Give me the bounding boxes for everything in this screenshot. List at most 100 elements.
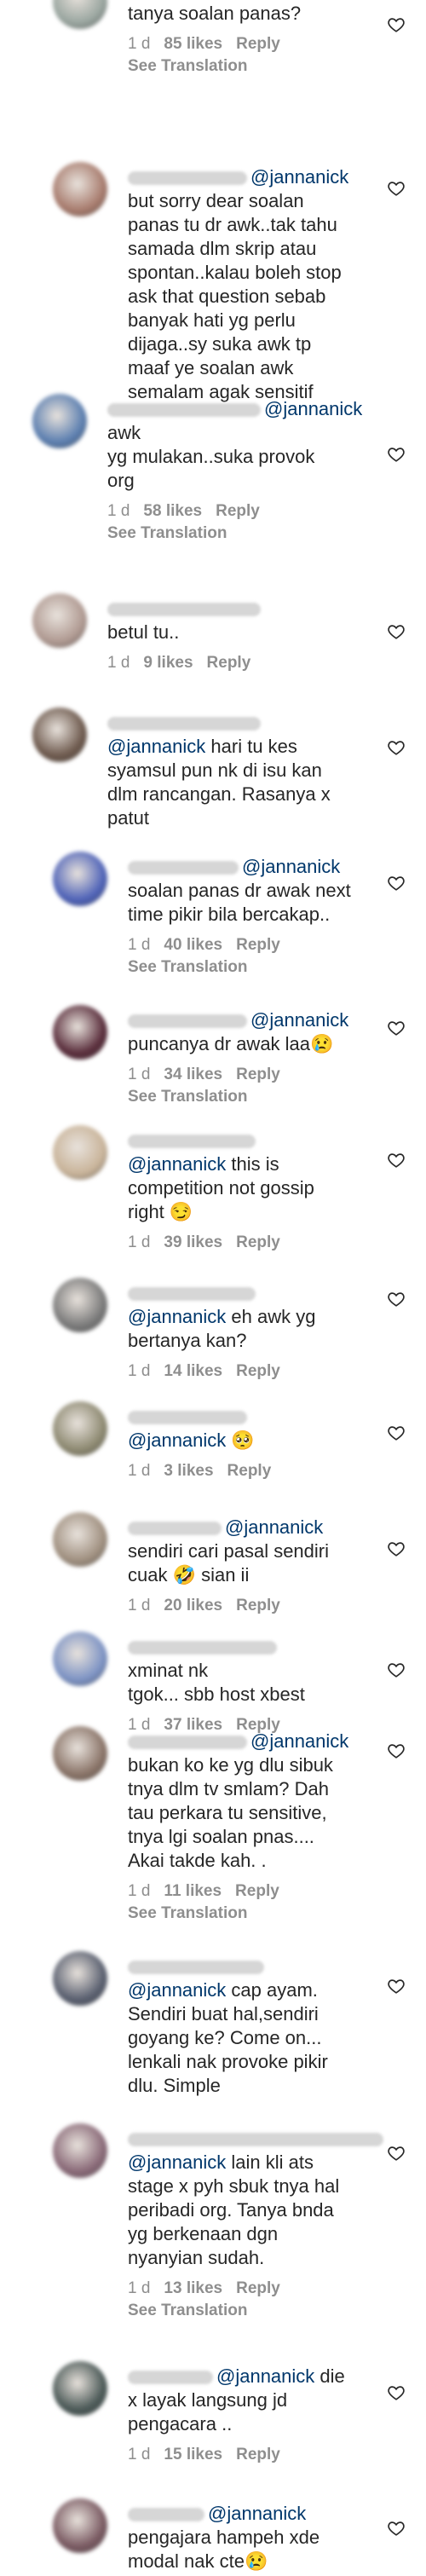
like-heart-icon[interactable]	[387, 1290, 406, 1308]
like-heart-icon[interactable]	[387, 622, 406, 641]
username-link[interactable]	[128, 861, 239, 875]
username-link[interactable]	[128, 1961, 264, 1975]
username-link[interactable]	[128, 1014, 247, 1029]
avatar[interactable]	[32, 593, 87, 648]
see-translation-link[interactable]: See Translation	[128, 957, 370, 978]
username-link[interactable]	[128, 1641, 277, 1655]
avatar[interactable]	[53, 2123, 107, 2178]
username-link[interactable]	[128, 2508, 204, 2522]
mention-link[interactable]: @jannanick	[250, 1730, 348, 1752]
mention-link[interactable]: @jannanick	[128, 1306, 226, 1327]
reply-button[interactable]: Reply	[236, 2446, 280, 2463]
reply-button[interactable]: Reply	[236, 1066, 280, 1083]
likes-count[interactable]: 3 likes	[164, 1462, 213, 1480]
like-heart-icon[interactable]	[387, 1019, 406, 1037]
reply-button[interactable]: Reply	[235, 1882, 279, 1900]
comment-item: @jannanick bkn awak yg tanya soalan pana…	[0, 0, 426, 162]
username-link[interactable]	[128, 1411, 247, 1425]
like-heart-icon[interactable]	[387, 1741, 406, 1760]
avatar[interactable]	[53, 1401, 107, 1456]
like-heart-icon[interactable]	[387, 1539, 406, 1558]
like-heart-icon[interactable]	[387, 874, 406, 892]
reply-button[interactable]: Reply	[236, 2279, 280, 2297]
like-heart-icon[interactable]	[387, 1151, 406, 1170]
like-heart-icon[interactable]	[387, 1977, 406, 1996]
reply-button[interactable]: Reply	[227, 1462, 272, 1480]
mention-link[interactable]: @jannanick	[250, 1009, 348, 1031]
avatar[interactable]	[53, 1278, 107, 1332]
likes-count[interactable]: 40 likes	[164, 936, 222, 954]
avatar[interactable]	[53, 1125, 107, 1180]
like-heart-icon[interactable]	[387, 738, 406, 757]
mention-link[interactable]: @jannanick	[225, 1516, 323, 1538]
likes-count[interactable]: 14 likes	[164, 1362, 222, 1380]
username-link[interactable]	[107, 717, 261, 731]
comment-time: 1 d	[107, 502, 130, 520]
like-heart-icon[interactable]	[387, 2144, 406, 2163]
username-link[interactable]	[128, 1287, 256, 1302]
mention-link[interactable]: @jannanick	[242, 856, 340, 877]
likes-count[interactable]: 34 likes	[164, 1066, 222, 1083]
likes-count[interactable]: 15 likes	[164, 2446, 222, 2463]
username-link[interactable]	[128, 2133, 383, 2147]
mention-link[interactable]: @jannanick	[128, 1430, 226, 1451]
mention-link[interactable]: @jannanick	[107, 736, 205, 757]
mention-link[interactable]: @jannanick	[128, 1979, 226, 2001]
see-translation-link[interactable]: See Translation	[128, 56, 370, 77]
username-link[interactable]	[128, 1522, 222, 1536]
likes-count[interactable]: 58 likes	[143, 502, 202, 520]
avatar[interactable]	[53, 1951, 107, 2006]
likes-count[interactable]: 85 likes	[164, 35, 222, 53]
avatar[interactable]	[53, 1726, 107, 1781]
reply-button[interactable]: Reply	[216, 502, 260, 520]
likes-count[interactable]: 9 likes	[143, 654, 193, 672]
username-link[interactable]	[107, 403, 261, 418]
likes-count[interactable]: 11 likes	[164, 1882, 222, 1900]
mention-link[interactable]: @jannanick	[216, 2365, 314, 2387]
avatar[interactable]	[53, 2361, 107, 2416]
comment-text: soalan panas dr awak next time pikir bil…	[128, 880, 351, 925]
username-link[interactable]	[128, 2371, 213, 2385]
mention-link[interactable]: @jannanick	[128, 1153, 226, 1175]
like-heart-icon[interactable]	[387, 1424, 406, 1442]
reply-button[interactable]: Reply	[207, 654, 251, 672]
comment-time: 1 d	[128, 2446, 151, 2463]
username-link[interactable]	[128, 171, 247, 186]
like-heart-icon[interactable]	[387, 179, 406, 198]
avatar[interactable]	[53, 1512, 107, 1567]
reply-button[interactable]: Reply	[236, 1233, 280, 1251]
mention-link[interactable]: @jannanick	[250, 166, 348, 188]
likes-count[interactable]: 13 likes	[164, 2279, 222, 2297]
comment-text: 🥺	[226, 1430, 255, 1451]
see-translation-link[interactable]: See Translation	[128, 2301, 370, 2321]
mention-link[interactable]: @jannanick	[128, 2151, 226, 2173]
username-link[interactable]	[107, 603, 261, 617]
username-link[interactable]	[128, 1135, 256, 1149]
avatar[interactable]	[53, 0, 107, 29]
likes-count[interactable]: 39 likes	[164, 1233, 222, 1251]
like-heart-icon[interactable]	[387, 1661, 406, 1679]
avatar[interactable]	[53, 852, 107, 906]
comment-text: pengajara hampeh xde modal nak cte😢	[128, 2527, 320, 2572]
see-translation-link[interactable]: See Translation	[128, 1087, 370, 1107]
avatar[interactable]	[53, 162, 107, 217]
like-heart-icon[interactable]	[387, 2519, 406, 2538]
see-translation-link[interactable]: See Translation	[128, 1903, 370, 1924]
reply-button[interactable]: Reply	[236, 1362, 280, 1380]
avatar[interactable]	[32, 708, 87, 762]
reply-button[interactable]: Reply	[236, 936, 280, 954]
avatar[interactable]	[53, 2498, 107, 2553]
like-heart-icon[interactable]	[387, 445, 406, 464]
mention-link[interactable]: @jannanick	[208, 2503, 306, 2524]
avatar[interactable]	[53, 1632, 107, 1686]
see-translation-link[interactable]: See Translation	[107, 523, 370, 544]
avatar[interactable]	[53, 1005, 107, 1060]
avatar[interactable]	[32, 394, 87, 448]
like-heart-icon[interactable]	[387, 2383, 406, 2402]
username-link[interactable]	[128, 1736, 247, 1750]
reply-button[interactable]: Reply	[236, 35, 280, 53]
mention-link[interactable]: @jannanick	[264, 398, 362, 419]
like-heart-icon[interactable]	[387, 15, 406, 34]
likes-count[interactable]: 20 likes	[164, 1597, 222, 1614]
reply-button[interactable]: Reply	[236, 1597, 280, 1614]
